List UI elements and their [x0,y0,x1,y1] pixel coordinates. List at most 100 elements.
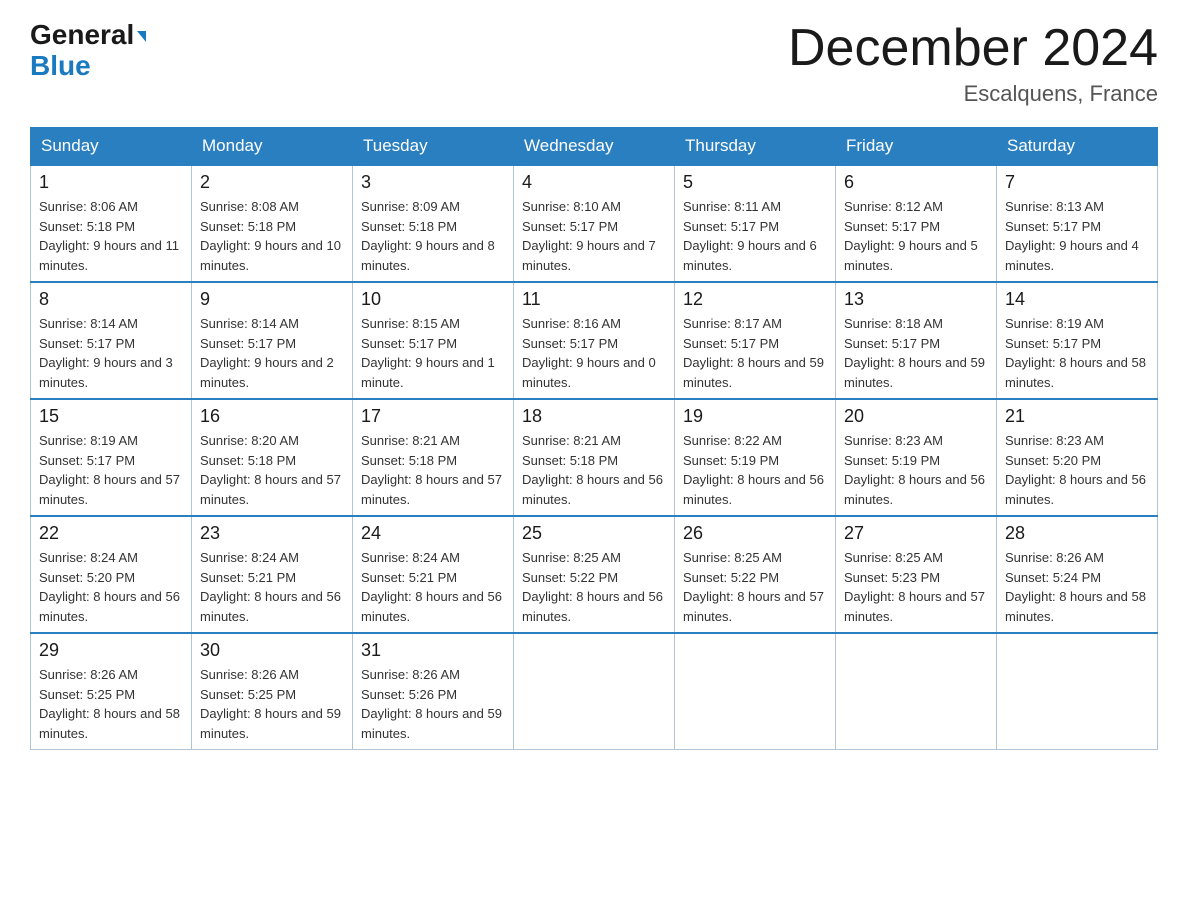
day-number: 8 [39,289,183,310]
sunset: Sunset: 5:20 PM [1005,453,1101,468]
day-number: 20 [844,406,988,427]
day-info: Sunrise: 8:10 AM Sunset: 5:17 PM Dayligh… [522,197,666,275]
daylight: Daylight: 9 hours and 0 minutes. [522,355,656,390]
col-saturday: Saturday [997,128,1158,166]
day-number: 3 [361,172,505,193]
day-number: 7 [1005,172,1149,193]
daylight: Daylight: 9 hours and 6 minutes. [683,238,817,273]
sunrise: Sunrise: 8:25 AM [683,550,782,565]
day-number: 13 [844,289,988,310]
daylight: Daylight: 8 hours and 59 minutes. [844,355,985,390]
sunset: Sunset: 5:18 PM [361,219,457,234]
daylight: Daylight: 8 hours and 58 minutes. [1005,589,1146,624]
day-number: 14 [1005,289,1149,310]
day-info: Sunrise: 8:22 AM Sunset: 5:19 PM Dayligh… [683,431,827,509]
col-monday: Monday [192,128,353,166]
page-header: General Blue December 2024 Escalquens, F… [30,20,1158,107]
col-friday: Friday [836,128,997,166]
daylight: Daylight: 8 hours and 56 minutes. [683,472,824,507]
day-info: Sunrise: 8:06 AM Sunset: 5:18 PM Dayligh… [39,197,183,275]
day-number: 15 [39,406,183,427]
table-cell [675,633,836,750]
day-number: 19 [683,406,827,427]
sunset: Sunset: 5:17 PM [39,453,135,468]
table-cell: 8 Sunrise: 8:14 AM Sunset: 5:17 PM Dayli… [31,282,192,399]
sunrise: Sunrise: 8:24 AM [200,550,299,565]
sunset: Sunset: 5:17 PM [844,219,940,234]
table-cell: 14 Sunrise: 8:19 AM Sunset: 5:17 PM Dayl… [997,282,1158,399]
sunrise: Sunrise: 8:24 AM [39,550,138,565]
table-cell: 4 Sunrise: 8:10 AM Sunset: 5:17 PM Dayli… [514,165,675,282]
day-info: Sunrise: 8:25 AM Sunset: 5:22 PM Dayligh… [522,548,666,626]
table-cell: 13 Sunrise: 8:18 AM Sunset: 5:17 PM Dayl… [836,282,997,399]
table-cell: 2 Sunrise: 8:08 AM Sunset: 5:18 PM Dayli… [192,165,353,282]
day-info: Sunrise: 8:20 AM Sunset: 5:18 PM Dayligh… [200,431,344,509]
day-number: 24 [361,523,505,544]
day-info: Sunrise: 8:25 AM Sunset: 5:22 PM Dayligh… [683,548,827,626]
sunrise: Sunrise: 8:21 AM [361,433,460,448]
day-info: Sunrise: 8:16 AM Sunset: 5:17 PM Dayligh… [522,314,666,392]
day-number: 16 [200,406,344,427]
sunrise: Sunrise: 8:17 AM [683,316,782,331]
sunset: Sunset: 5:20 PM [39,570,135,585]
table-cell: 11 Sunrise: 8:16 AM Sunset: 5:17 PM Dayl… [514,282,675,399]
daylight: Daylight: 9 hours and 3 minutes. [39,355,173,390]
daylight: Daylight: 8 hours and 57 minutes. [683,589,824,624]
table-cell: 29 Sunrise: 8:26 AM Sunset: 5:25 PM Dayl… [31,633,192,750]
sunset: Sunset: 5:17 PM [361,336,457,351]
table-cell [514,633,675,750]
table-cell [997,633,1158,750]
calendar-table: Sunday Monday Tuesday Wednesday Thursday… [30,127,1158,750]
day-info: Sunrise: 8:12 AM Sunset: 5:17 PM Dayligh… [844,197,988,275]
sunset: Sunset: 5:18 PM [200,219,296,234]
sunrise: Sunrise: 8:11 AM [683,199,781,214]
day-info: Sunrise: 8:25 AM Sunset: 5:23 PM Dayligh… [844,548,988,626]
week-row-1: 1 Sunrise: 8:06 AM Sunset: 5:18 PM Dayli… [31,165,1158,282]
day-number: 21 [1005,406,1149,427]
day-info: Sunrise: 8:21 AM Sunset: 5:18 PM Dayligh… [361,431,505,509]
daylight: Daylight: 8 hours and 56 minutes. [522,589,663,624]
day-info: Sunrise: 8:24 AM Sunset: 5:20 PM Dayligh… [39,548,183,626]
daylight: Daylight: 9 hours and 11 minutes. [39,238,179,273]
day-info: Sunrise: 8:23 AM Sunset: 5:20 PM Dayligh… [1005,431,1149,509]
table-cell: 16 Sunrise: 8:20 AM Sunset: 5:18 PM Dayl… [192,399,353,516]
day-number: 23 [200,523,344,544]
table-cell: 12 Sunrise: 8:17 AM Sunset: 5:17 PM Dayl… [675,282,836,399]
table-cell: 20 Sunrise: 8:23 AM Sunset: 5:19 PM Dayl… [836,399,997,516]
day-number: 17 [361,406,505,427]
daylight: Daylight: 8 hours and 57 minutes. [200,472,341,507]
day-number: 27 [844,523,988,544]
sunset: Sunset: 5:23 PM [844,570,940,585]
sunrise: Sunrise: 8:12 AM [844,199,943,214]
sunrise: Sunrise: 8:14 AM [39,316,138,331]
day-info: Sunrise: 8:17 AM Sunset: 5:17 PM Dayligh… [683,314,827,392]
day-number: 30 [200,640,344,661]
day-info: Sunrise: 8:15 AM Sunset: 5:17 PM Dayligh… [361,314,505,392]
day-info: Sunrise: 8:26 AM Sunset: 5:24 PM Dayligh… [1005,548,1149,626]
day-number: 28 [1005,523,1149,544]
sunrise: Sunrise: 8:26 AM [361,667,460,682]
day-info: Sunrise: 8:11 AM Sunset: 5:17 PM Dayligh… [683,197,827,275]
sunset: Sunset: 5:17 PM [1005,219,1101,234]
logo-blue: Blue [30,50,91,81]
daylight: Daylight: 9 hours and 7 minutes. [522,238,656,273]
sunset: Sunset: 5:22 PM [522,570,618,585]
sunset: Sunset: 5:26 PM [361,687,457,702]
month-title: December 2024 [788,20,1158,77]
day-info: Sunrise: 8:24 AM Sunset: 5:21 PM Dayligh… [200,548,344,626]
day-number: 11 [522,289,666,310]
sunset: Sunset: 5:25 PM [200,687,296,702]
col-thursday: Thursday [675,128,836,166]
daylight: Daylight: 8 hours and 57 minutes. [39,472,180,507]
sunset: Sunset: 5:17 PM [1005,336,1101,351]
logo: General Blue [30,20,146,82]
day-number: 25 [522,523,666,544]
table-cell: 3 Sunrise: 8:09 AM Sunset: 5:18 PM Dayli… [353,165,514,282]
day-number: 1 [39,172,183,193]
table-cell: 7 Sunrise: 8:13 AM Sunset: 5:17 PM Dayli… [997,165,1158,282]
daylight: Daylight: 8 hours and 57 minutes. [361,472,502,507]
day-info: Sunrise: 8:19 AM Sunset: 5:17 PM Dayligh… [1005,314,1149,392]
daylight: Daylight: 8 hours and 56 minutes. [522,472,663,507]
table-cell: 21 Sunrise: 8:23 AM Sunset: 5:20 PM Dayl… [997,399,1158,516]
sunset: Sunset: 5:19 PM [844,453,940,468]
